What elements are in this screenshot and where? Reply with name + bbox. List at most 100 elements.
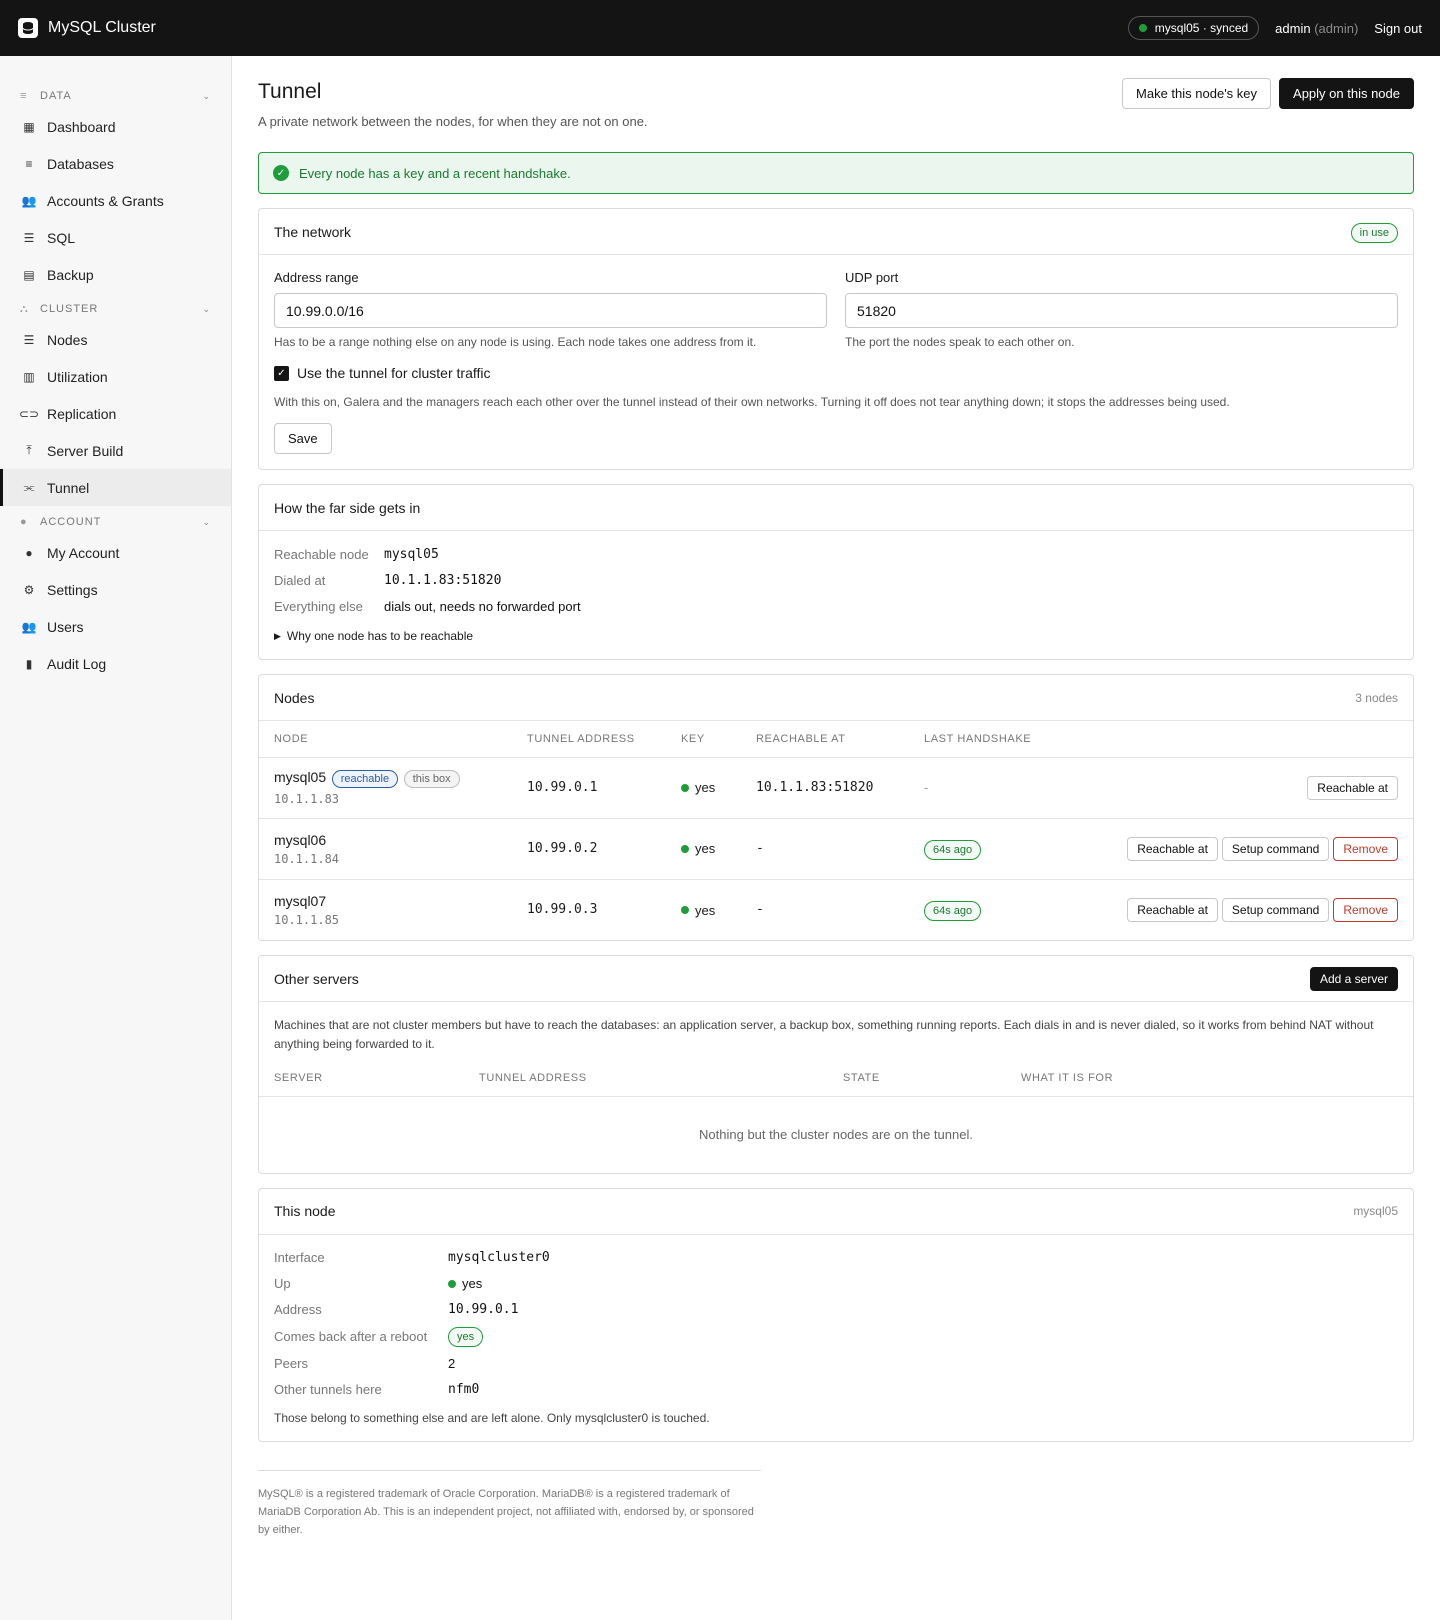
- this-node-card: This node mysql05 Interface mysqlcluster0…: [258, 1187, 1414, 1442]
- this-node-note: Those belong to something else and are l…: [274, 1410, 710, 1425]
- sidebar-item-accounts[interactable]: 👥 Accounts & Grants: [0, 182, 231, 219]
- last-handshake: -: [909, 757, 1066, 819]
- column-header: STATE: [828, 1060, 1006, 1097]
- empty-state: Nothing but the cluster nodes are on the…: [699, 1126, 973, 1142]
- reachable-at: -: [741, 818, 909, 880]
- card-title: How the far side gets in: [274, 499, 421, 516]
- other-servers-card: Other servers Add a server Machines that…: [258, 955, 1414, 1174]
- nav-label: Server Build: [47, 442, 124, 459]
- column-header: TUNNEL ADDRESS: [512, 721, 666, 758]
- udp-port-input[interactable]: 51820: [845, 293, 1398, 328]
- sidebar-item-tunnel[interactable]: ⫘ Tunnel: [0, 469, 231, 506]
- cluster-icon: ⛬: [20, 302, 29, 315]
- sidebar-section-data[interactable]: ≡ DATA ⌄: [0, 84, 231, 108]
- sidebar-item-settings[interactable]: ⚙ Settings: [0, 571, 231, 608]
- node-ip: 10.1.1.84: [274, 851, 340, 866]
- sidebar-item-audit-log[interactable]: ▮ Audit Log: [0, 645, 231, 682]
- setup-command-button[interactable]: Setup command: [1221, 836, 1330, 861]
- nav-label: Utilization: [47, 368, 108, 385]
- sidebar-item-my-account[interactable]: ● My Account: [0, 534, 231, 571]
- check-circle-icon: ✓: [273, 165, 289, 181]
- udp-port-hint: The port the nodes speak to each other o…: [845, 335, 1075, 349]
- sidebar: ≡ DATA ⌄ ▦ Dashboard ≡ Databases 👥 Accounts…: [0, 56, 232, 1620]
- reachable-at-button[interactable]: Reachable at: [1307, 775, 1398, 800]
- other-servers-table: SERVER TUNNEL ADDRESS STATE WHAT IT IS F…: [259, 1060, 1413, 1097]
- tunnel-address: 10.99.0.3: [527, 902, 598, 918]
- link-icon: ⊂⊃: [18, 406, 40, 421]
- udp-port-label: UDP port: [845, 270, 899, 285]
- nodes-table: NODE TUNNEL ADDRESS KEY REACHABLE AT LAS…: [259, 721, 1413, 940]
- kv-row: Reachable node mysql05: [274, 541, 1398, 567]
- far-side-card: How the far side gets in Reachable node m…: [258, 484, 1414, 660]
- person-icon: ●: [25, 545, 33, 560]
- kv-key: Up: [274, 1276, 291, 1291]
- other-servers-description: Machines that are not cluster members bu…: [274, 1018, 1374, 1051]
- node-status-pill[interactable]: mysql05 · synced: [1127, 16, 1260, 40]
- nav-label: Replication: [47, 405, 117, 422]
- kv-row: Other tunnels here nfm0: [274, 1377, 1398, 1403]
- sidebar-item-nodes[interactable]: ☰ Nodes: [0, 321, 231, 358]
- page-header: Tunnel A private network between the nod…: [258, 56, 1414, 144]
- sidebar-section-account[interactable]: ● ACCOUNT ⌄: [0, 510, 231, 534]
- tunnel-address: 10.99.0.1: [512, 757, 666, 819]
- kv-key: Everything else: [274, 598, 363, 614]
- nav-label: Databases: [47, 155, 114, 172]
- sidebar-item-backup[interactable]: ▤ Backup: [0, 256, 231, 293]
- remove-button[interactable]: Remove: [1333, 897, 1398, 922]
- column-header: LAST HANDSHAKE: [909, 721, 1066, 758]
- main-content: Tunnel A private network between the nod…: [258, 56, 1414, 1539]
- save-button[interactable]: Save: [274, 423, 332, 454]
- server-stack-icon: ☰: [23, 332, 35, 347]
- address-range-input[interactable]: 10.99.0.0/16: [274, 293, 827, 328]
- add-server-button[interactable]: Add a server: [1309, 966, 1398, 991]
- kv-key: Comes back after a reboot: [274, 1329, 428, 1344]
- kv-value: 2: [448, 1356, 456, 1371]
- page-subtitle: A private network between the nodes, for…: [258, 114, 648, 129]
- triangle-right-icon: ▶: [274, 630, 281, 641]
- alert-text: Every node has a key and a recent handsh…: [299, 165, 571, 181]
- kv-key: Interface: [274, 1250, 325, 1265]
- kv-value: mysql05: [384, 546, 439, 562]
- column-header: KEY: [666, 721, 741, 758]
- kv-row: Interface mysqlcluster0: [274, 1245, 1398, 1271]
- people-icon: 👥: [21, 193, 37, 208]
- reachable-at-button[interactable]: Reachable at: [1127, 836, 1218, 861]
- gear-icon: ⚙: [23, 582, 35, 597]
- tunnel-address: 10.99.0.2: [512, 818, 666, 880]
- nav-label: Audit Log: [47, 655, 107, 672]
- card-title: Nodes: [274, 689, 315, 706]
- archive-icon: ▤: [23, 267, 35, 282]
- setup-command-button[interactable]: Setup command: [1221, 897, 1330, 922]
- checkbox-hint: With this on, Galera and the managers re…: [274, 395, 1230, 409]
- nav-label: Tunnel: [47, 479, 90, 496]
- reachable-at: -: [756, 902, 764, 918]
- sidebar-item-users[interactable]: 👥 Users: [0, 608, 231, 645]
- reachable-details-toggle[interactable]: ▶ Why one node has to be reachable: [274, 629, 1398, 643]
- sign-out-link[interactable]: Sign out: [1374, 21, 1422, 36]
- key-status: yes: [695, 780, 716, 796]
- sidebar-item-dashboard[interactable]: ▦ Dashboard: [0, 108, 231, 145]
- lines-icon: ☰: [23, 230, 35, 245]
- apply-button[interactable]: Apply on this node: [1279, 78, 1414, 109]
- nav-label: My Account: [47, 544, 120, 561]
- remove-button[interactable]: Remove: [1333, 836, 1398, 861]
- node-name: mysql06: [274, 831, 327, 848]
- brand[interactable]: MySQL Cluster: [18, 18, 156, 38]
- details-label: Why one node has to be reachable: [286, 629, 474, 643]
- node-count: 3 nodes: [1355, 690, 1398, 705]
- reachable-at-button[interactable]: Reachable at: [1127, 897, 1218, 922]
- kv-value: yes: [462, 1276, 483, 1291]
- user-menu[interactable]: admin (admin): [1275, 21, 1358, 36]
- address-range-label: Address range: [274, 270, 359, 285]
- status-dot-icon: [681, 906, 689, 914]
- make-key-button[interactable]: Make this node's key: [1122, 78, 1272, 109]
- sidebar-item-databases[interactable]: ≡ Databases: [0, 145, 231, 182]
- sidebar-item-sql[interactable]: ☰ SQL: [0, 219, 231, 256]
- table-row: mysql05 reachable this box 10.1.1.83 10.…: [259, 757, 1413, 819]
- person-icon: ●: [20, 516, 28, 528]
- sidebar-item-server-build[interactable]: ⤒ Server Build: [0, 432, 231, 469]
- sidebar-item-replication[interactable]: ⊂⊃ Replication: [0, 395, 231, 432]
- sidebar-section-cluster[interactable]: ⛬ CLUSTER ⌄: [0, 297, 231, 321]
- sidebar-item-utilization[interactable]: ▥ Utilization: [0, 358, 231, 395]
- tunnel-traffic-checkbox[interactable]: ✓: [274, 365, 289, 381]
